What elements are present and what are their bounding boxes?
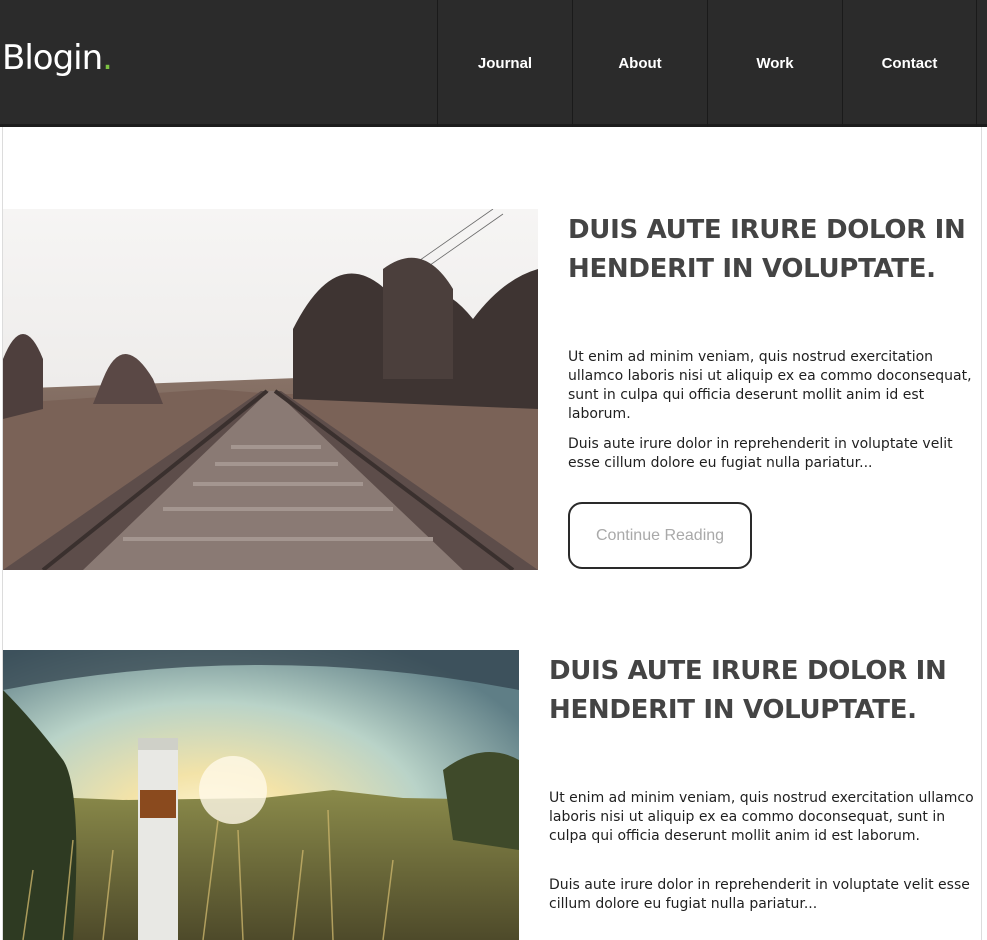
post-excerpt: Ut enim ad minim veniam, quis nostrud ex…: [568, 349, 972, 422]
nav-item-contact[interactable]: Contact: [842, 0, 977, 127]
logo-text: Blogin: [2, 38, 103, 78]
post-excerpt: Ut enim ad minim veniam, quis nostrud ex…: [549, 790, 974, 844]
site-logo[interactable]: Blogin.: [2, 38, 113, 78]
post-excerpt-secondary: Duis aute irure dolor in reprehenderit i…: [568, 436, 953, 471]
post-title[interactable]: DUIS AUTE IRURE DOLOR IN HENDERIT IN VOL…: [549, 652, 969, 730]
nav-item-journal[interactable]: Journal: [437, 0, 572, 127]
post-title[interactable]: DUIS AUTE IRURE DOLOR IN HENDERIT IN VOL…: [568, 211, 978, 289]
continue-reading-button[interactable]: Continue Reading: [568, 502, 752, 569]
nav-item-about[interactable]: About: [572, 0, 707, 127]
post-image-sunset-field[interactable]: [3, 650, 519, 940]
post-excerpt-secondary: Duis aute irure dolor in reprehenderit i…: [549, 877, 970, 912]
main-nav: Journal About Work Contact: [437, 0, 977, 127]
logo-accent-dot: .: [102, 38, 113, 78]
nav-item-work[interactable]: Work: [707, 0, 842, 127]
post-image-railway[interactable]: [3, 209, 538, 570]
site-header: Blogin. Journal About Work Contact: [0, 0, 987, 127]
